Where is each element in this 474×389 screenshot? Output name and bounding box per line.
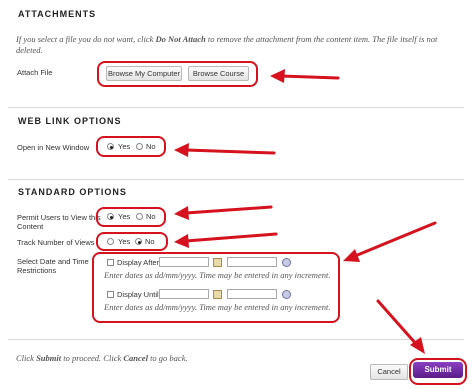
arrow-dates <box>343 221 437 262</box>
arrow-permit <box>174 205 273 220</box>
arrow-track <box>174 232 278 248</box>
arrow-web-link <box>174 143 276 157</box>
arrow-attach <box>270 69 340 83</box>
annotation-arrows <box>174 69 437 354</box>
arrow-submit <box>376 299 425 354</box>
